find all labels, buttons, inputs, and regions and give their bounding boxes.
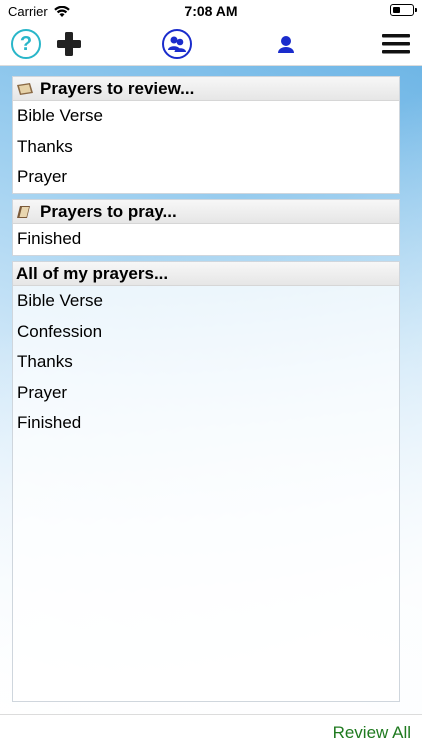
list-item-label: Thanks [17, 352, 73, 372]
profile-button[interactable] [270, 28, 302, 60]
pray-section-header[interactable]: Prayers to pray... [13, 200, 399, 224]
pray-section-title: Prayers to pray... [40, 201, 177, 221]
pray-section: Prayers to pray... Finished [12, 199, 400, 256]
book-icon [17, 205, 30, 218]
review-section: Prayers to review... Bible Verse Thanks … [12, 76, 400, 194]
review-item-prayer[interactable]: Prayer [13, 162, 399, 193]
scroll-icon [17, 82, 33, 95]
status-bar: Carrier 7:08 AM [0, 0, 422, 22]
review-section-header[interactable]: Prayers to review... [13, 77, 399, 101]
list-item-label: Confession [17, 321, 103, 341]
menu-button[interactable] [380, 28, 412, 60]
battery-icon [390, 4, 417, 16]
list-item-label: Bible Verse [17, 291, 103, 311]
list-item-label: Prayer [17, 167, 68, 187]
group-button[interactable] [161, 28, 193, 60]
plus-icon [57, 32, 81, 56]
review-all-button[interactable]: Review All [333, 723, 411, 743]
all-item-bible-verse[interactable]: Bible Verse [13, 286, 399, 317]
sky-background: Prayers to review... Bible Verse Thanks … [0, 66, 422, 714]
help-button[interactable]: ? [10, 28, 42, 60]
status-right [390, 4, 417, 16]
all-prayers-section: All of my prayers... Bible Verse Confess… [12, 261, 400, 702]
clock: 7:08 AM [184, 3, 238, 19]
review-section-title: Prayers to review... [40, 78, 195, 98]
help-icon: ? [11, 29, 41, 59]
review-item-bible-verse[interactable]: Bible Verse [13, 101, 399, 132]
all-prayers-header[interactable]: All of my prayers... [13, 262, 399, 286]
bottom-bar: Review All [0, 714, 422, 750]
review-item-thanks[interactable]: Thanks [13, 132, 399, 163]
person-icon [278, 36, 294, 53]
all-item-finished[interactable]: Finished [13, 408, 399, 439]
list-item-label: Finished [17, 413, 82, 433]
hamburger-menu-icon [382, 34, 410, 54]
list-item-label: Prayer [17, 382, 68, 402]
list-item-label: Bible Verse [17, 106, 103, 126]
list-item-label: Thanks [17, 136, 73, 156]
toolbar: ? [0, 22, 422, 66]
list-item-label: Finished [17, 229, 82, 249]
pray-item-finished[interactable]: Finished [13, 224, 399, 255]
all-prayers-title: All of my prayers... [16, 263, 169, 283]
all-item-confession[interactable]: Confession [13, 317, 399, 348]
all-item-thanks[interactable]: Thanks [13, 347, 399, 378]
add-prayer-button[interactable] [53, 28, 85, 60]
group-icon [162, 29, 192, 59]
all-item-prayer[interactable]: Prayer [13, 378, 399, 409]
